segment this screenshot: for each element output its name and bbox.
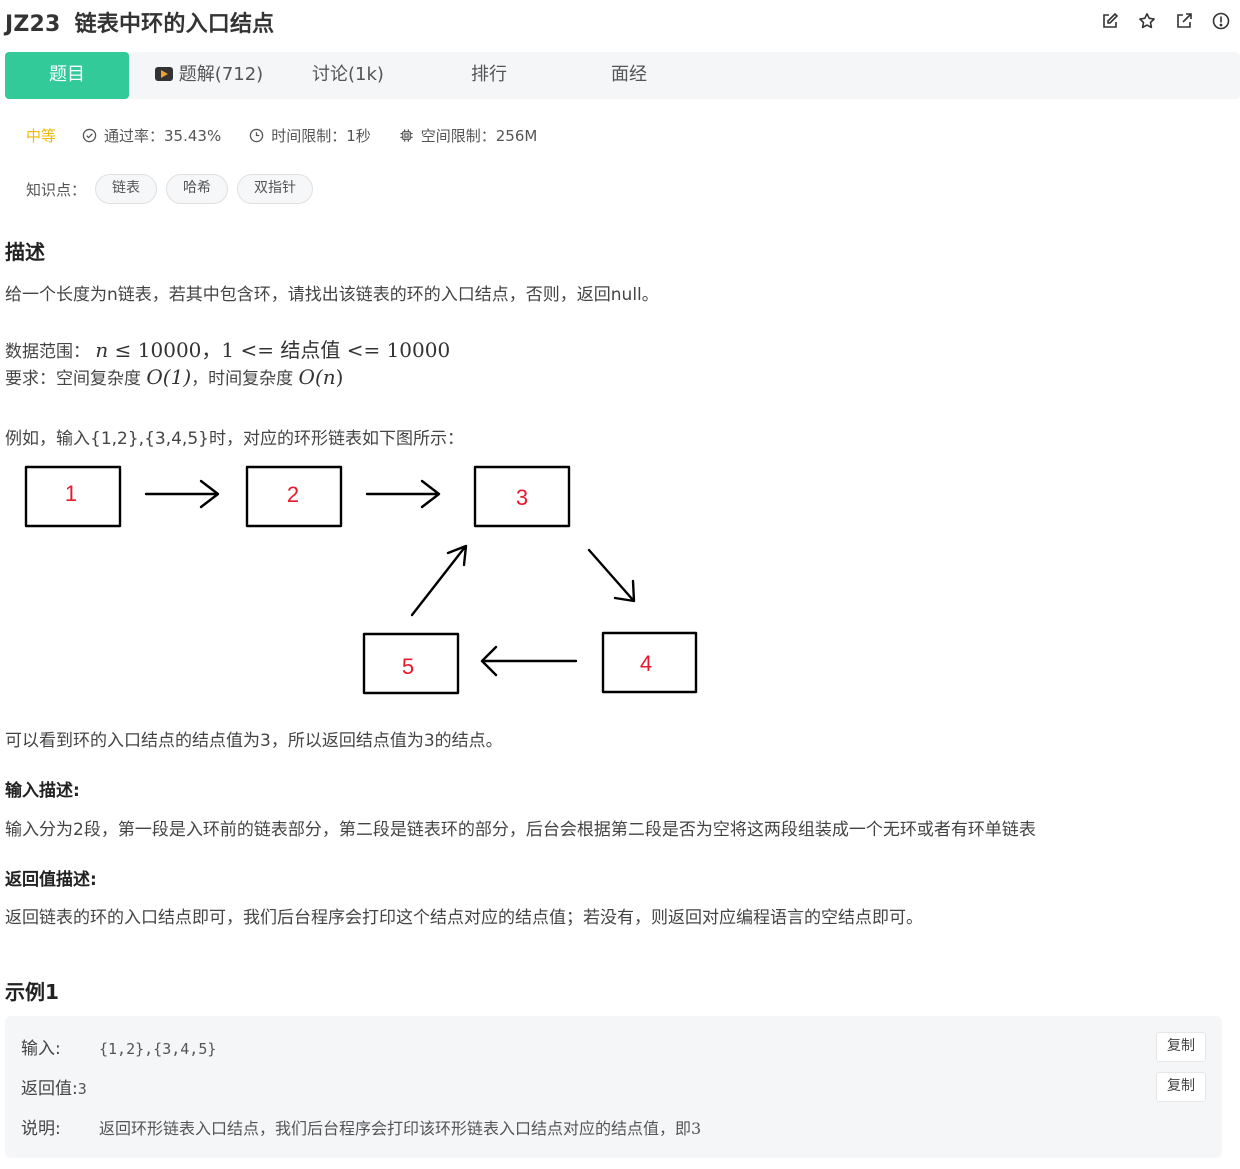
knowledge-points: 知识点： 链表 哈希 双指针	[26, 174, 314, 204]
check-circle-icon	[82, 128, 97, 143]
data-range-math: n ≤ 10000，1 <= 结点值 <= 10000	[95, 338, 450, 362]
example-heading: 示例1	[5, 980, 59, 1004]
node-label-3: 3	[516, 485, 528, 510]
clock-icon	[249, 128, 264, 143]
node-label-4: 4	[640, 651, 652, 676]
example-box: 输入: {1,2},{3,4,5} 复制 返回值:3 复制 说明: 返回环形链表入口…	[5, 1016, 1222, 1158]
edit-icon[interactable]	[1099, 10, 1121, 32]
example-return-row: 返回值:3	[21, 1074, 87, 1099]
diagram-explanation: 可以看到环的入口结点的结点值为3，所以返回结点值为3的结点。	[5, 731, 503, 751]
star-icon[interactable]	[1136, 10, 1158, 32]
node-label-2: 2	[287, 482, 299, 507]
problem-id: JZ23	[5, 12, 61, 37]
example-explain-value: 返回环形链表入口结点，我们后台程序会打印该环形链表入口结点对应的结点值，即3	[99, 1119, 702, 1138]
linked-list-diagram: 1 2 3 4 5	[24, 465, 698, 695]
tab-solutions[interactable]: 题解(712)	[153, 52, 265, 99]
tag-two-pointers[interactable]: 双指针	[237, 174, 314, 204]
knowledge-label: 知识点：	[26, 180, 87, 199]
description-heading: 描述	[5, 240, 45, 264]
page-title: JZ23 链表中环的入口结点	[5, 6, 288, 38]
problem-title: 链表中环的入口结点	[74, 12, 275, 37]
example-input-row: 输入: {1,2},{3,4,5}	[21, 1034, 216, 1059]
example-explain-label: 说明:	[21, 1119, 61, 1139]
space-limit: 空间限制：256M	[399, 125, 538, 146]
math-n-2: n	[322, 365, 336, 389]
arrow-4-5	[480, 645, 578, 677]
math-range-expr: ≤ 10000，1 <= 结点值 <= 10000	[114, 338, 451, 362]
requirement: 要求：空间复杂度 O(1)，时间复杂度 O(n)	[5, 364, 343, 389]
header-actions	[1099, 10, 1232, 32]
example-intro: 例如，输入{1,2},{3,4,5}时，对应的环形链表如下图所示：	[5, 429, 464, 449]
tab-label: 面经	[611, 64, 647, 85]
time-limit: 时间限制：1秒	[249, 125, 371, 146]
example-return-value[interactable]: 3	[78, 1080, 87, 1098]
time-complexity: O(n)	[299, 365, 344, 389]
input-desc-text: 输入分为2段，第一段是入环前的链表部分，第二段是链表环的部分，后台会根据第二段是…	[5, 820, 1036, 840]
copy-return-button[interactable]: 复制	[1156, 1072, 1206, 1102]
example-input-value[interactable]: {1,2},{3,4,5}	[99, 1040, 216, 1058]
arrow-3-4	[587, 548, 636, 603]
tag-linked-list[interactable]: 链表	[95, 174, 158, 204]
tab-label: 题目	[49, 64, 85, 85]
tab-bar: 题目 题解(712) 讨论(1k) 排行 面经	[5, 52, 1240, 99]
description-intro: 给一个长度为n链表，若其中包含环，请找出该链表的环的入口结点，否则，返回null…	[5, 285, 659, 305]
share-icon[interactable]	[1173, 10, 1195, 32]
return-desc-text: 返回链表的环的入口结点即可，我们后台程序会打印这个结点对应的结点值；若没有，则返…	[5, 908, 923, 928]
tab-label: 排行	[471, 64, 507, 85]
space-complexity-value: O(1)	[146, 365, 192, 389]
tab-label: 题解(712)	[178, 64, 264, 85]
time-limit-text: 时间限制：1秒	[271, 127, 371, 145]
chip-icon	[400, 129, 413, 142]
report-icon[interactable]	[1210, 10, 1232, 32]
return-desc-heading: 返回值描述:	[5, 870, 97, 890]
big-o: O(	[298, 365, 323, 389]
example-return-label: 返回值:	[21, 1079, 78, 1099]
arrow-1-2	[144, 479, 220, 509]
arrow-2-3	[365, 479, 441, 509]
node-label-1: 1	[65, 481, 77, 506]
tab-ranking[interactable]: 排行	[459, 52, 519, 99]
pass-rate: 通过率：35.43%	[82, 125, 221, 146]
tab-label: 讨论(1k)	[312, 64, 384, 85]
input-desc-heading: 输入描述:	[5, 781, 80, 801]
problem-meta: 中等 通过率：35.43% 时间限制：1秒 空间限制：256M	[26, 125, 565, 146]
tab-interview[interactable]: 面经	[599, 52, 659, 99]
requirement-mid: ，时间复杂度	[191, 369, 294, 389]
difficulty-badge: 中等	[26, 127, 57, 145]
copy-input-button[interactable]: 复制	[1156, 1032, 1206, 1062]
data-range: 数据范围： n ≤ 10000，1 <= 结点值 <= 10000	[5, 334, 450, 363]
paren-close: )	[335, 365, 344, 389]
tab-problem[interactable]: 题目	[5, 52, 129, 99]
tag-hash[interactable]: 哈希	[166, 174, 229, 204]
requirement-label: 要求：空间复杂度	[5, 369, 141, 389]
node-label-5: 5	[402, 654, 414, 679]
example-explain-row: 说明: 返回环形链表入口结点，我们后台程序会打印该环形链表入口结点对应的结点值，即…	[21, 1114, 701, 1139]
space-limit-text: 空间限制：256M	[420, 127, 538, 145]
video-icon	[154, 67, 173, 81]
tab-discussion[interactable]: 讨论(1k)	[305, 52, 391, 99]
arrow-5-3	[410, 544, 468, 617]
example-input-label: 输入:	[21, 1039, 61, 1059]
data-range-label: 数据范围：	[5, 342, 90, 362]
space-complexity: O(1)	[146, 365, 191, 389]
math-n: n	[95, 338, 109, 362]
pass-rate-text: 通过率：35.43%	[104, 127, 222, 145]
